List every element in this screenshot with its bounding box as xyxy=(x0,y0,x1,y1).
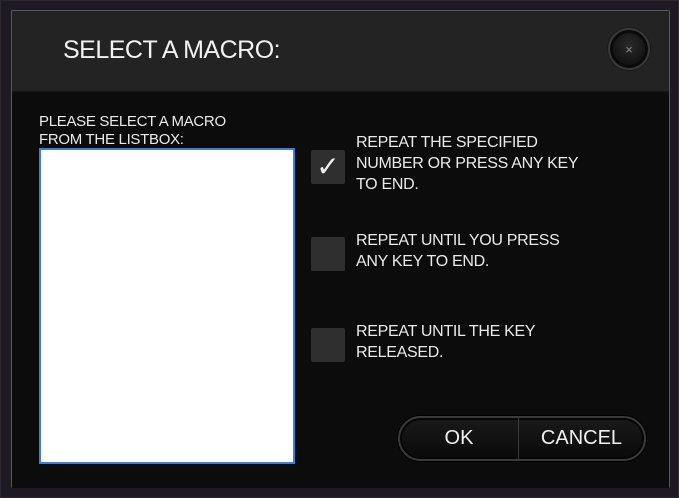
option-label-line: NUMBER OR PRESS ANY KEY xyxy=(356,155,579,172)
option-label-line: TO END. xyxy=(356,176,419,193)
window-frame: SELECT A MACRO: × PLEASE SELECT A MACRO … xyxy=(0,0,679,498)
checkbox-repeat-specified-number[interactable]: ✓ xyxy=(311,150,345,184)
checkbox-repeat-until-released[interactable] xyxy=(311,328,345,362)
option-label-line: REPEAT THE SPECIFIED xyxy=(356,134,538,151)
option-label: REPEAT UNTIL YOU PRESS ANY KEY TO END. xyxy=(356,230,646,272)
close-button[interactable]: × xyxy=(608,28,650,70)
cancel-button[interactable]: CANCEL xyxy=(519,418,644,459)
prompt-line-2: FROM THE LISTBOX: xyxy=(39,131,184,148)
option-label-line: REPEAT UNTIL YOU PRESS xyxy=(356,232,560,249)
close-icon: × xyxy=(625,41,633,57)
dialog-button-group: OK CANCEL xyxy=(398,416,646,461)
prompt-line-1: PLEASE SELECT A MACRO xyxy=(39,113,226,130)
option-label: REPEAT THE SPECIFIED NUMBER OR PRESS ANY… xyxy=(356,132,646,195)
dialog-title: SELECT A MACRO: xyxy=(63,36,281,64)
checkbox-repeat-until-keypress[interactable] xyxy=(311,237,345,271)
option-label-line: ANY KEY TO END. xyxy=(356,253,490,270)
option-label-line: REPEAT UNTIL THE KEY xyxy=(356,323,536,340)
dialog-title-bar: SELECT A MACRO: × xyxy=(12,11,669,92)
option-label: REPEAT UNTIL THE KEY RELEASED. xyxy=(356,321,646,363)
ok-button[interactable]: OK xyxy=(400,418,519,459)
listbox-prompt: PLEASE SELECT A MACRO FROM THE LISTBOX: xyxy=(39,113,309,149)
option-label-line: RELEASED. xyxy=(356,344,444,361)
checkmark-icon: ✓ xyxy=(316,151,340,182)
macro-listbox[interactable] xyxy=(39,148,295,464)
